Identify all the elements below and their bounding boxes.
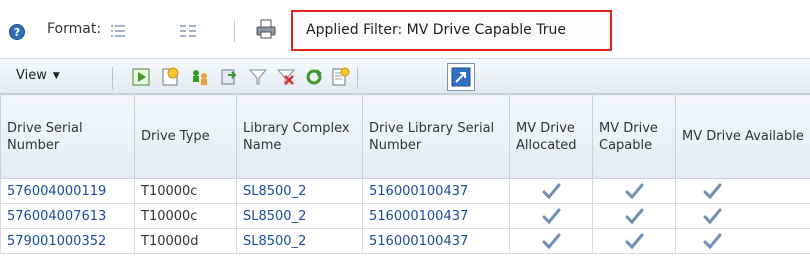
checkmark-icon — [625, 233, 644, 250]
divider — [234, 20, 235, 42]
library-serial-link[interactable]: 516000100437 — [362, 228, 510, 254]
column-header[interactable]: MV Drive Available — [675, 94, 810, 179]
table-header-row: Drive Serial Number Drive Type Library C… — [0, 94, 810, 179]
new-icon[interactable] — [160, 67, 180, 87]
export-icon[interactable] — [219, 67, 239, 87]
library-complex-link[interactable]: SL8500_2 — [236, 228, 363, 254]
toolbar: View ▼ — [0, 58, 810, 94]
checkmark-icon — [625, 208, 644, 225]
capable-cell — [592, 178, 676, 204]
list-format-icon[interactable] — [108, 21, 128, 41]
checkmark-icon — [703, 233, 722, 250]
column-header[interactable]: Library Complex Name — [236, 94, 363, 179]
run-icon[interactable] — [131, 67, 151, 87]
checkmark-icon — [542, 183, 561, 200]
library-complex-link[interactable]: SL8500_2 — [236, 178, 363, 204]
applied-filter-text: Applied Filter: MV Drive Capable True — [306, 22, 566, 38]
divider — [357, 67, 358, 89]
view-menu[interactable]: View ▼ — [16, 68, 60, 83]
group-icon[interactable] — [190, 67, 210, 87]
allocated-cell — [509, 178, 593, 204]
column-header[interactable]: MV Drive Allocated — [509, 94, 593, 179]
detach-icon — [451, 67, 471, 87]
checkmark-icon — [542, 208, 561, 225]
print-icon[interactable] — [255, 18, 277, 40]
column-header[interactable]: Drive Library Serial Number — [362, 94, 510, 179]
checkmark-icon — [542, 233, 561, 250]
drive-type-cell: T10000d — [134, 228, 237, 254]
drive-type-cell: T10000c — [134, 203, 237, 229]
refresh-icon[interactable] — [304, 67, 324, 87]
available-cell — [675, 228, 810, 254]
allocated-cell — [509, 228, 593, 254]
detach-button[interactable] — [447, 63, 475, 91]
drive-serial-link[interactable]: 579001000352 — [0, 228, 135, 254]
capable-cell — [592, 228, 676, 254]
view-menu-label: View — [16, 68, 47, 83]
applied-filter-box: Applied Filter: MV Drive Capable True — [291, 10, 612, 51]
column-header[interactable]: MV Drive Capable — [592, 94, 676, 179]
table-row[interactable]: 576004007613 T10000c SL8500_2 5160001004… — [0, 203, 810, 229]
table-row[interactable]: 579001000352 T10000d SL8500_2 5160001004… — [0, 228, 810, 254]
capable-cell — [592, 203, 676, 229]
library-serial-link[interactable]: 516000100437 — [362, 178, 510, 204]
available-cell — [675, 178, 810, 204]
edit-icon[interactable] — [330, 67, 350, 87]
library-complex-link[interactable]: SL8500_2 — [236, 203, 363, 229]
available-cell — [675, 203, 810, 229]
help-icon[interactable]: ? — [9, 24, 25, 40]
library-serial-link[interactable]: 516000100437 — [362, 203, 510, 229]
column-header[interactable]: Drive Serial Number — [0, 94, 135, 179]
checkmark-icon — [625, 183, 644, 200]
drive-type-cell: T10000c — [134, 178, 237, 204]
format-label: Format: — [47, 21, 102, 37]
format-bar: ? Format: Applied Filter: MV Drive Capab… — [0, 0, 810, 58]
drive-serial-link[interactable]: 576004007613 — [0, 203, 135, 229]
clear-filter-icon[interactable] — [276, 67, 296, 87]
checkmark-icon — [703, 208, 722, 225]
filter-icon[interactable] — [248, 67, 268, 87]
detail-format-icon[interactable] — [178, 21, 198, 41]
divider — [112, 67, 113, 89]
column-header[interactable]: Drive Type — [134, 94, 237, 179]
drive-serial-link[interactable]: 576004000119 — [0, 178, 135, 204]
allocated-cell — [509, 203, 593, 229]
table-row[interactable]: 576004000119 T10000c SL8500_2 5160001004… — [0, 178, 810, 204]
drives-table: Drive Serial Number Drive Type Library C… — [0, 94, 810, 254]
chevron-down-icon: ▼ — [52, 71, 60, 81]
checkmark-icon — [703, 183, 722, 200]
